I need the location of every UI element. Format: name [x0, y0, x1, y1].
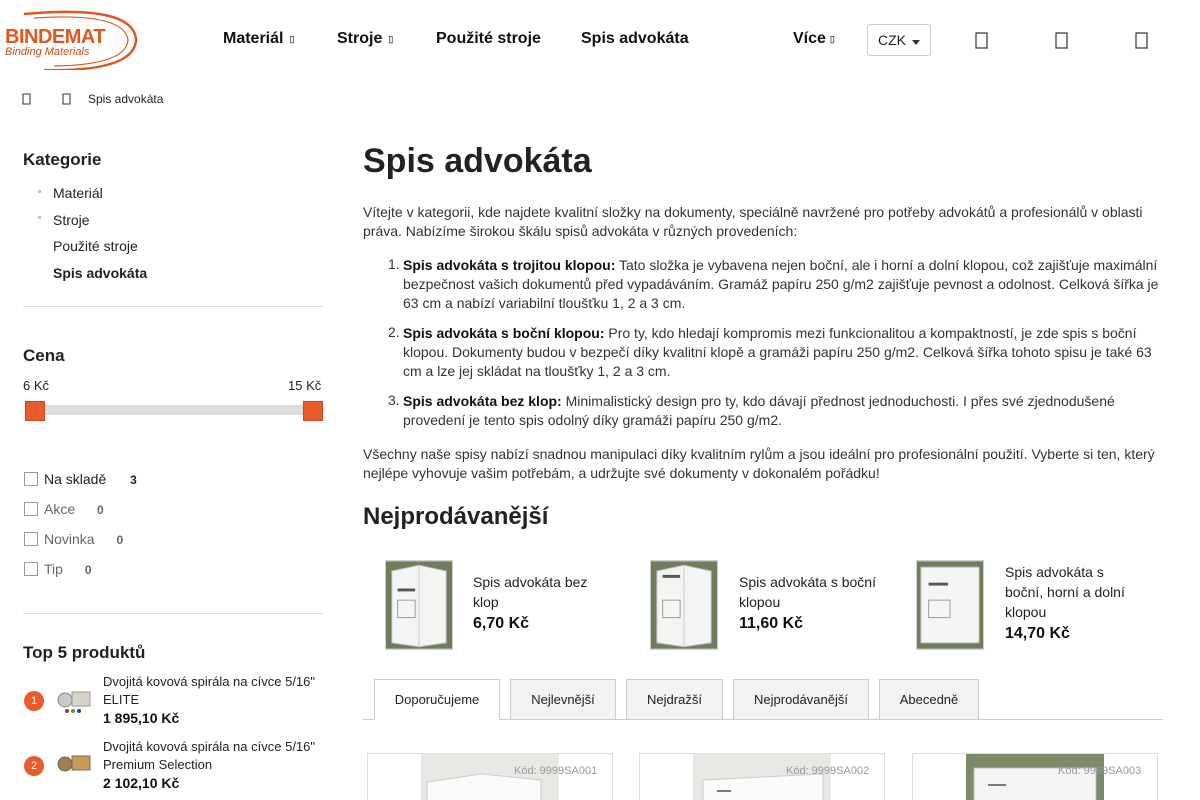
nav-stroje-label: Stroje	[337, 30, 383, 47]
product-thumbnail[interactable]	[55, 686, 93, 714]
price-max-label: 15 Kč	[288, 378, 322, 393]
category-intro: Vítejte v kategorii, kde najdete kvalitn…	[363, 204, 1143, 239]
tab-nejprodavanejsi[interactable]: Nejprodávanější	[733, 679, 869, 720]
filter-label: Na skladě	[44, 471, 107, 487]
currency-select[interactable]: CZK	[867, 24, 931, 56]
bestseller-name[interactable]: Spis advokáta s boční, horní a dolní klo…	[1005, 562, 1145, 622]
product-code: Kód: 9999SA002	[786, 765, 870, 777]
tab-abecedne[interactable]: Abecedně	[879, 679, 979, 720]
logo[interactable]: BINDEMAT Binding Materials	[4, 10, 138, 72]
price-heading: Cena	[23, 346, 65, 365]
sidebar-item-spis-advokata[interactable]: Spis advokáta	[53, 265, 147, 281]
bestseller-price: 11,60 Kč	[739, 615, 804, 632]
search-icon[interactable]	[975, 32, 991, 50]
currency-value: CZK	[878, 32, 906, 48]
bestseller-price: 14,70 Kč	[1005, 625, 1070, 642]
bestsellers-heading: Nejprodávanější	[363, 503, 549, 530]
logo-tagline: Binding Materials	[5, 46, 90, 58]
divider	[23, 306, 324, 307]
nav-vice-label: Více	[793, 30, 826, 47]
nav-pouzite-stroje[interactable]: Použité stroje	[436, 30, 541, 48]
expand-icon[interactable]	[38, 190, 41, 193]
filter-sale-label[interactable]: Akce 0	[44, 501, 104, 517]
product-code: Kód: 9999SA003	[1058, 765, 1142, 777]
filter-sale-checkbox[interactable]	[24, 502, 38, 516]
filter-tip-checkbox[interactable]	[24, 562, 38, 576]
rank-badge: 1	[24, 691, 44, 711]
expand-icon[interactable]	[38, 216, 41, 219]
list-item-title: Spis advokáta s trojitou klopou:	[403, 257, 616, 273]
price-slider-max-handle[interactable]	[303, 401, 323, 421]
bestseller-image[interactable]	[916, 560, 984, 650]
caret-down-icon	[912, 40, 920, 45]
product-image[interactable]	[966, 754, 1104, 800]
rank-badge: 2	[24, 756, 44, 776]
list-item-title: Spis advokáta s boční klopou:	[403, 325, 605, 341]
product-code: Kód: 9999SA001	[514, 765, 598, 777]
tab-nejdrazsi[interactable]: Nejdražší	[626, 679, 723, 720]
price-min-label: 6 Kč	[23, 378, 50, 393]
divider	[23, 613, 324, 614]
product-image[interactable]	[693, 754, 831, 800]
product-thumbnail[interactable]	[55, 750, 93, 778]
product-image[interactable]	[421, 754, 559, 800]
top-products-heading: Top 5 produktů	[23, 643, 146, 662]
top-product-price: 2 102,10 Kč	[103, 775, 180, 791]
top-product-name[interactable]: Dvojitá kovová spirála na cívce 5/16" EL…	[103, 673, 323, 709]
nav-vice[interactable]: Více ▯	[793, 30, 835, 48]
filter-tip-label[interactable]: Tip 0	[44, 561, 92, 577]
nav-spis-advokata[interactable]: Spis advokáta	[581, 30, 689, 48]
filter-in-stock-checkbox[interactable]	[24, 472, 38, 486]
top-product-name[interactable]: Dvojitá kovová spirála na cívce 5/16" Pr…	[103, 738, 323, 774]
page-title: Spis advokáta	[363, 142, 592, 180]
price-slider-track[interactable]	[30, 405, 318, 415]
chevron-down-icon: ▯	[829, 34, 835, 44]
user-icon[interactable]	[1055, 32, 1071, 50]
top-product-price: 1 895,10 Kč	[103, 710, 180, 726]
list-item: Spis advokáta s boční klopou: Pro ty, kd…	[403, 324, 1163, 381]
chevron-down-icon: ▯	[388, 34, 394, 44]
filter-new-label[interactable]: Novinka 0	[44, 531, 123, 547]
chevron-down-icon: ▯	[289, 34, 295, 44]
sidebar-item-pouzite-stroje[interactable]: Použité stroje	[53, 238, 138, 254]
nav-material-label: Materiál	[223, 30, 284, 47]
bestseller-name[interactable]: Spis advokáta bez klop	[473, 572, 613, 612]
list-number: 3.	[388, 392, 400, 408]
filter-count: 0	[97, 503, 104, 517]
filter-count: 0	[84, 563, 92, 577]
tab-nejlevnejsi[interactable]: Nejlevnější	[510, 679, 616, 720]
categories-heading: Kategorie	[23, 150, 102, 169]
category-outro: Všechny naše spisy nabízí snadnou manipu…	[363, 446, 1155, 481]
bestseller-image[interactable]	[650, 560, 718, 650]
list-item-title: Spis advokáta bez klop:	[403, 393, 562, 409]
filter-label: Tip	[44, 561, 63, 577]
filter-count: 0	[116, 533, 124, 547]
bestseller-name[interactable]: Spis advokáta s boční klopou	[739, 572, 879, 612]
price-slider-min-handle[interactable]	[25, 401, 45, 421]
list-item: Spis advokáta bez klop: Minimalistický d…	[403, 392, 1123, 430]
chevron-right-icon	[62, 93, 71, 105]
home-icon[interactable]	[22, 93, 32, 105]
list-number: 2.	[388, 324, 400, 340]
bestseller-image[interactable]	[385, 560, 453, 650]
list-number: 1.	[388, 256, 400, 272]
filter-count: 3	[130, 473, 137, 487]
nav-material[interactable]: Materiál ▯	[223, 30, 294, 48]
sidebar-item-material[interactable]: Materiál	[53, 185, 103, 201]
filter-label: Novinka	[44, 531, 95, 547]
nav-stroje[interactable]: Stroje ▯	[337, 30, 393, 48]
bestseller-price: 6,70 Kč	[473, 615, 530, 632]
filter-in-stock-label[interactable]: Na skladě 3	[44, 471, 137, 487]
sidebar-item-stroje[interactable]: Stroje	[53, 212, 90, 228]
tab-doporucujeme[interactable]: Doporučujeme	[374, 679, 500, 720]
breadcrumb-current: Spis advokáta	[88, 92, 164, 106]
cart-icon[interactable]	[1135, 32, 1151, 50]
filter-new-checkbox[interactable]	[24, 532, 38, 546]
filter-label: Akce	[44, 501, 76, 517]
list-item: Spis advokáta s trojitou klopou: Tato sl…	[403, 256, 1163, 313]
